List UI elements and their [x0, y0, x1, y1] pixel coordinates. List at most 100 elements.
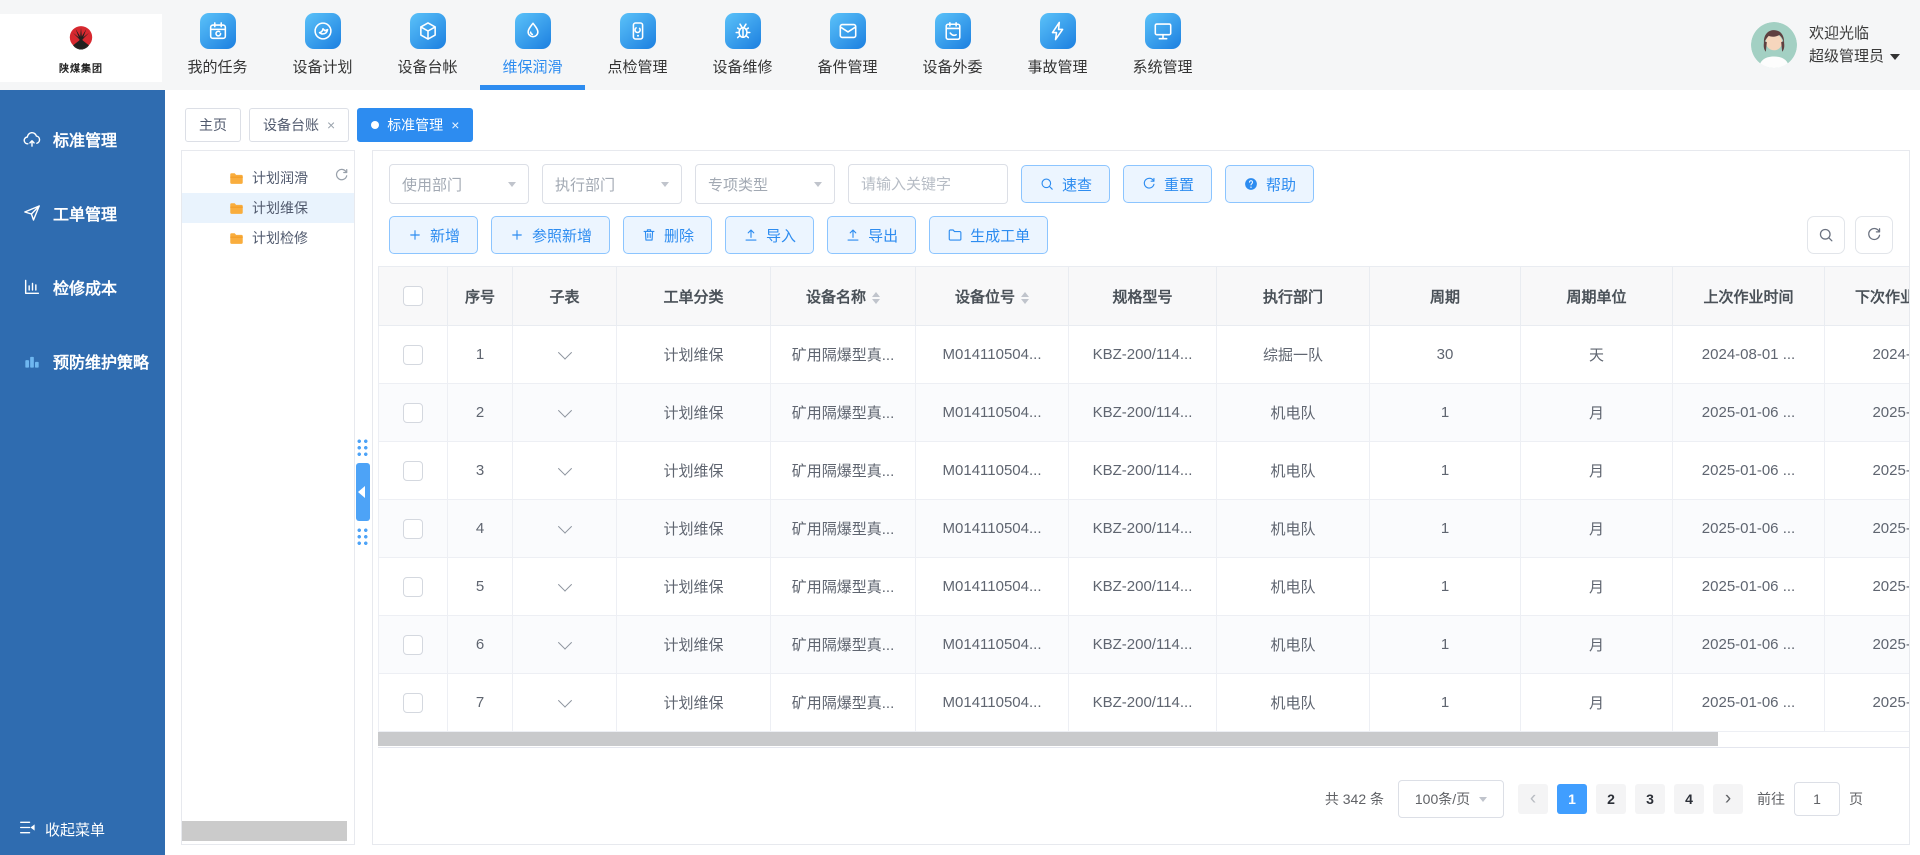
column-header-period_unit: 周期单位	[1521, 267, 1673, 326]
splitter-grip-icon[interactable]	[356, 438, 369, 457]
phone-icon	[620, 13, 656, 49]
row-select-cell	[379, 616, 448, 674]
row-seq-cell: 6	[448, 616, 513, 674]
expand-chevron-icon[interactable]	[557, 636, 571, 650]
tree-item-planned-maintenance[interactable]: 计划维保	[182, 193, 354, 223]
expand-chevron-icon[interactable]	[557, 578, 571, 592]
close-icon[interactable]: ×	[327, 118, 335, 132]
using-department-select[interactable]: 使用部门	[389, 164, 529, 204]
tab-bar: 主页 设备台账 × 标准管理 ×	[185, 108, 473, 142]
tab-home[interactable]: 主页	[185, 108, 241, 142]
generate-work-order-button[interactable]: 生成工单	[929, 216, 1048, 254]
tree-item-planned-lubrication[interactable]: 计划润滑	[182, 163, 354, 193]
special-type-select[interactable]: 专项类型	[695, 164, 835, 204]
row-checkbox[interactable]	[403, 693, 423, 713]
expand-chevron-icon[interactable]	[557, 462, 571, 476]
sidebar-item-preventive-maintenance-strategy[interactable]: 预防维护策略	[0, 324, 165, 398]
tree-item-planned-overhaul[interactable]: 计划检修	[182, 223, 354, 253]
row-checkbox[interactable]	[403, 403, 423, 423]
splitter-grip-icon[interactable]	[356, 527, 369, 546]
cell-last_time: 2025-01-06 ...	[1673, 616, 1825, 674]
add-by-reference-button[interactable]: 参照新增	[491, 216, 610, 254]
nav-item-system-management[interactable]: 系统管理	[1110, 0, 1215, 90]
row-checkbox[interactable]	[403, 345, 423, 365]
nav-item-label: 我的任务	[187, 56, 247, 77]
cell-category: 计划维保	[617, 558, 771, 616]
tree-refresh-button[interactable]	[333, 167, 350, 189]
page-button-4[interactable]: 4	[1674, 784, 1704, 814]
user-menu[interactable]: 欢迎光临 超级管理员	[1751, 0, 1900, 90]
quick-search-button[interactable]: 速查	[1021, 165, 1110, 203]
goto-page-suffix: 页	[1849, 789, 1863, 809]
import-button[interactable]: 导入	[725, 216, 814, 254]
header-checkbox[interactable]	[403, 286, 423, 306]
row-checkbox[interactable]	[403, 519, 423, 539]
chevron-down-icon	[661, 182, 669, 187]
help-button[interactable]: 帮助	[1225, 165, 1314, 203]
sidebar-item-standard-management[interactable]: 标准管理	[0, 102, 165, 176]
prev-page-button[interactable]: ‹	[1518, 784, 1548, 814]
keyword-input[interactable]	[848, 164, 1008, 204]
expand-chevron-icon[interactable]	[557, 520, 571, 534]
mail-icon	[830, 13, 866, 49]
nav-item-spare-parts-management[interactable]: 备件管理	[795, 0, 900, 90]
table-row: 7计划维保矿用隔爆型真...M014110504...KBZ-200/114..…	[379, 674, 1910, 732]
row-select-cell	[379, 326, 448, 384]
top-navigation: 我的任务 设备计划 设备台帐维保润滑点检管理设备维修备件管理设备外委事故管理系统管理	[165, 0, 1215, 90]
panel-splitter[interactable]	[353, 150, 372, 845]
nav-item-equipment-ledger[interactable]: 设备台帐	[375, 0, 480, 90]
column-header-seq: 序号	[448, 267, 513, 326]
cell-device_name: 矿用隔爆型真...	[771, 616, 916, 674]
column-header-device_tag[interactable]: 设备位号	[916, 267, 1069, 326]
nav-item-inspection-management[interactable]: 点检管理	[585, 0, 690, 90]
column-header-next_time: 下次作业时间	[1825, 267, 1910, 326]
close-icon[interactable]: ×	[451, 118, 459, 132]
add-button[interactable]: 新增	[389, 216, 478, 254]
nav-item-equipment-outsourcing[interactable]: 设备外委	[900, 0, 1005, 90]
cell-next_time: 2025-02	[1825, 674, 1910, 732]
sidebar-item-repair-cost[interactable]: 检修成本	[0, 250, 165, 324]
collapse-panel-button[interactable]	[356, 463, 370, 521]
nav-item-my-tasks[interactable]: 我的任务	[165, 0, 270, 90]
table-header-row: 序号子表工单分类设备名称设备位号规格型号执行部门周期周期单位上次作业时间下次作业…	[379, 267, 1910, 326]
sort-icon[interactable]	[872, 292, 880, 304]
export-button[interactable]: 导出	[827, 216, 916, 254]
next-page-button[interactable]: ›	[1713, 784, 1743, 814]
sort-icon[interactable]	[1021, 292, 1029, 304]
page-button-3[interactable]: 3	[1635, 784, 1665, 814]
column-header-device_name[interactable]: 设备名称	[771, 267, 916, 326]
page-button-1[interactable]: 1	[1557, 784, 1587, 814]
expand-chevron-icon[interactable]	[557, 404, 571, 418]
executing-department-select[interactable]: 执行部门	[542, 164, 682, 204]
row-checkbox[interactable]	[403, 635, 423, 655]
expand-chevron-icon[interactable]	[557, 694, 571, 708]
table-horizontal-scrollbar[interactable]	[378, 732, 1718, 746]
nav-item-label: 设备计划	[292, 56, 352, 77]
row-checkbox[interactable]	[403, 461, 423, 481]
collapse-menu-button[interactable]: 收起菜单	[18, 818, 105, 841]
reset-button[interactable]: 重置	[1123, 165, 1212, 203]
nav-item-equipment-plan[interactable]: 设备计划	[270, 0, 375, 90]
tab-standard-management[interactable]: 标准管理 ×	[357, 108, 473, 142]
cell-next_time: 2024-09	[1825, 326, 1910, 384]
nav-item-equipment-repair[interactable]: 设备维修	[690, 0, 795, 90]
refresh-button[interactable]	[1855, 216, 1893, 254]
nav-item-accident-management[interactable]: 事故管理	[1005, 0, 1110, 90]
nav-item-maintenance-lubrication[interactable]: 维保润滑	[480, 0, 585, 90]
row-select-cell	[379, 500, 448, 558]
page-size-select[interactable]: 100条/页	[1398, 780, 1504, 818]
sidebar-item-work-order-management[interactable]: 工单管理	[0, 176, 165, 250]
delete-button[interactable]: 删除	[623, 216, 712, 254]
tab-equipment-ledger[interactable]: 设备台账 ×	[249, 108, 349, 142]
goto-page-input[interactable]	[1794, 782, 1840, 816]
tree-horizontal-scrollbar[interactable]	[182, 821, 347, 841]
cell-department: 机电队	[1217, 500, 1370, 558]
row-checkbox[interactable]	[403, 577, 423, 597]
button-label: 参照新增	[532, 225, 592, 246]
tab-label: 设备台账	[263, 115, 319, 135]
expand-chevron-icon[interactable]	[557, 346, 571, 360]
sidebar-item-label: 工单管理	[53, 201, 117, 225]
tab-label: 标准管理	[387, 115, 443, 135]
page-button-2[interactable]: 2	[1596, 784, 1626, 814]
search-button[interactable]	[1807, 216, 1845, 254]
